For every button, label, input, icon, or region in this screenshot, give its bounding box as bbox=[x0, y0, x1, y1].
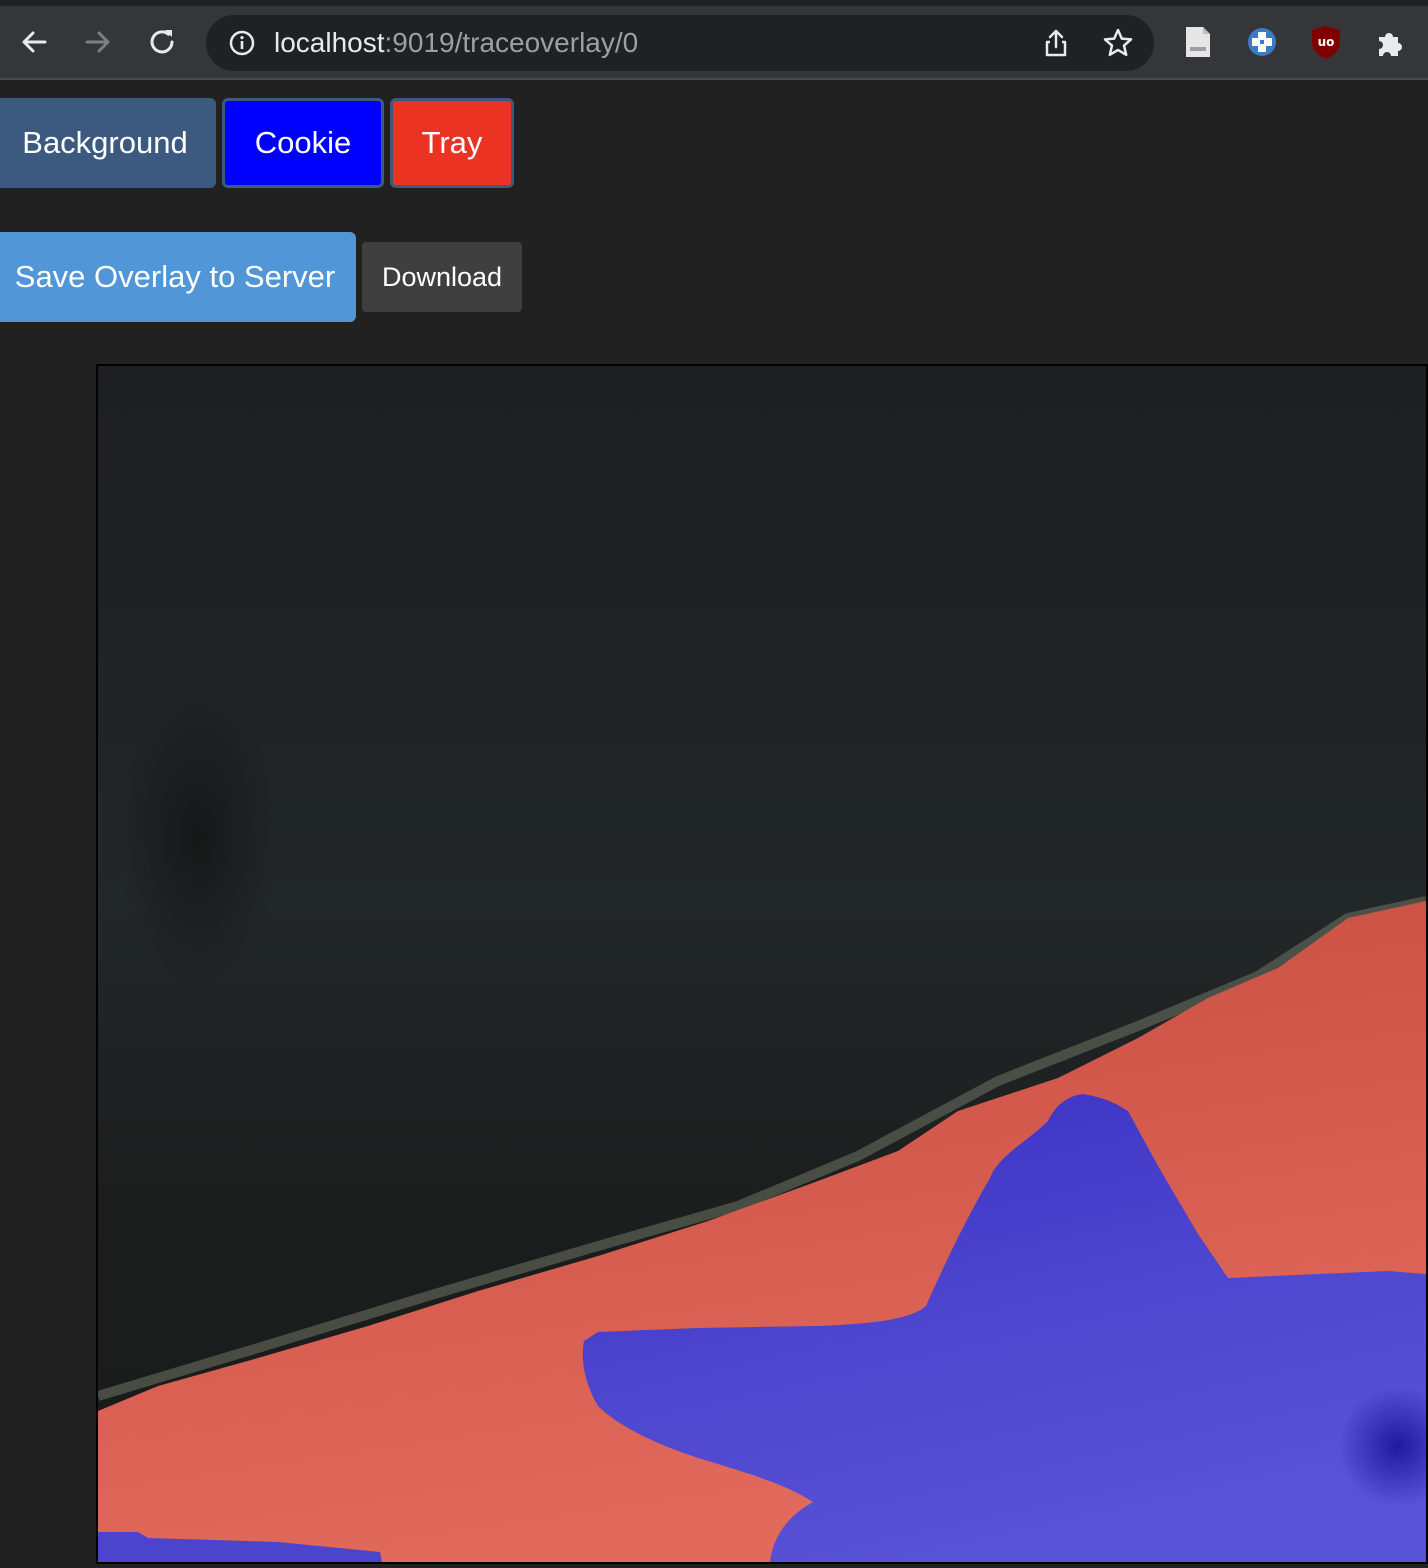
forward-button[interactable] bbox=[78, 16, 118, 68]
back-icon bbox=[22, 31, 47, 53]
save-overlay-button[interactable]: Save Overlay to Server bbox=[0, 232, 356, 322]
puzzle-extensions-icon bbox=[1379, 33, 1402, 56]
extension-ublock[interactable]: uo bbox=[1308, 22, 1344, 62]
background-label-button[interactable]: Background bbox=[0, 98, 216, 188]
download-button[interactable]: Download bbox=[362, 242, 522, 312]
tray-label-button[interactable]: Tray bbox=[390, 98, 514, 188]
extension-page[interactable] bbox=[1180, 22, 1216, 62]
overlay-image bbox=[98, 366, 1426, 1562]
browser-toolbar: localhost:9019/traceoverlay/0 uo bbox=[0, 0, 1428, 80]
svg-text:uo: uo bbox=[1318, 35, 1335, 49]
cookie-label-button[interactable]: Cookie bbox=[222, 98, 384, 188]
background-shadow bbox=[118, 686, 278, 986]
extension-blue-cross[interactable] bbox=[1244, 22, 1280, 62]
page-icon bbox=[1186, 27, 1210, 57]
ublock-origin-icon: uo bbox=[1312, 26, 1340, 59]
url-text[interactable]: localhost:9019/traceoverlay/0 bbox=[274, 27, 638, 59]
back-button[interactable] bbox=[14, 16, 54, 68]
share-icon[interactable] bbox=[1040, 27, 1072, 59]
page-content: Background Cookie Tray Save Overlay to S… bbox=[0, 80, 1428, 1568]
extensions-menu-button[interactable] bbox=[1372, 22, 1408, 62]
tab-strip bbox=[0, 0, 1428, 6]
extension-blue-cross-icon bbox=[1248, 28, 1276, 56]
site-info-icon[interactable] bbox=[228, 29, 256, 57]
url-host: localhost bbox=[274, 27, 385, 58]
forward-icon bbox=[85, 31, 110, 53]
url-path: :9019/traceoverlay/0 bbox=[384, 27, 639, 58]
overlay-canvas[interactable] bbox=[96, 364, 1428, 1564]
reload-button[interactable] bbox=[142, 16, 182, 68]
bookmark-star-icon[interactable] bbox=[1102, 27, 1134, 59]
reload-icon bbox=[150, 30, 174, 54]
address-bar[interactable]: localhost:9019/traceoverlay/0 bbox=[206, 15, 1154, 71]
